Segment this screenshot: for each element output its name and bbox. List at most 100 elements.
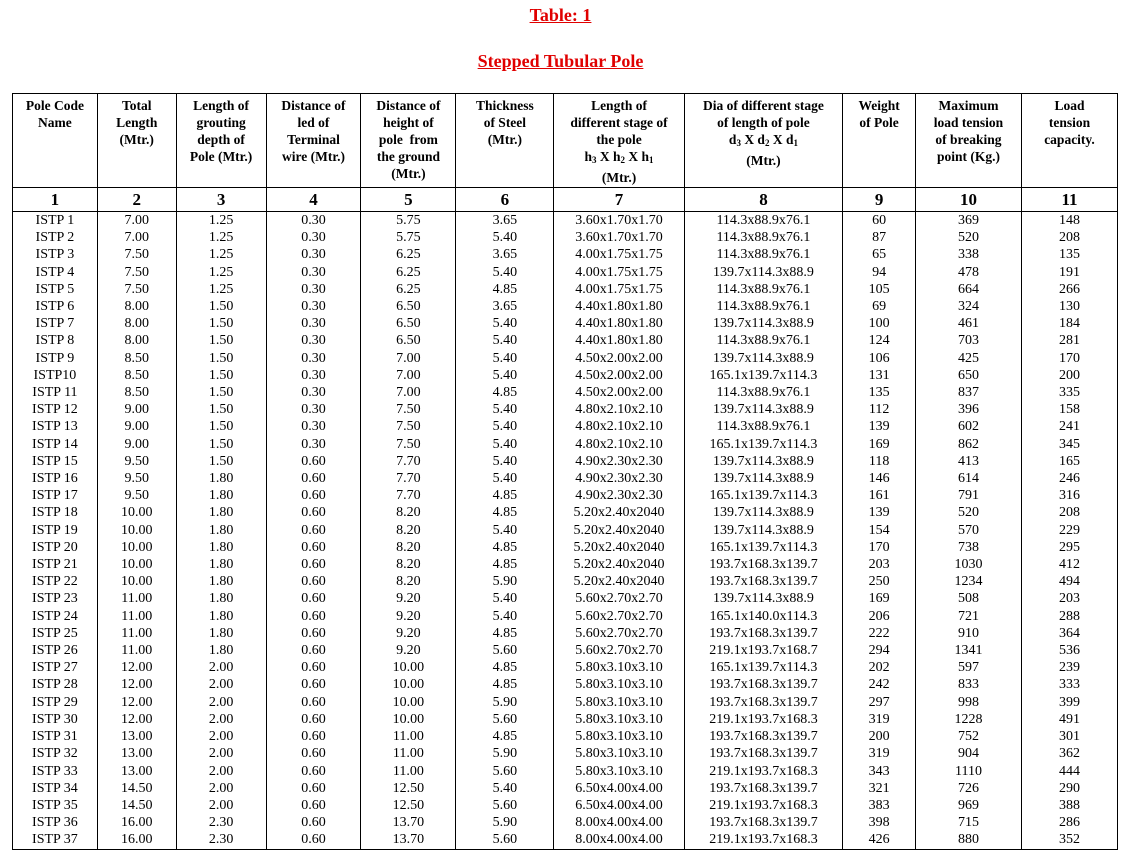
table-cell: 13.00	[96, 728, 177, 746]
table-cell: 5.40	[455, 435, 555, 453]
table-cell: 118	[842, 452, 916, 471]
table-cell: ISTP 22	[12, 573, 98, 591]
table-title: Table: 1	[529, 5, 592, 25]
table-cell: 1.80	[175, 573, 267, 591]
table-cell: ISTP 15	[12, 452, 98, 471]
table-cell: 4.90x2.30x2.30	[553, 487, 685, 505]
table-cell: 5.40	[455, 366, 555, 385]
table-cell: 602	[914, 418, 1023, 436]
table-cell: 135	[1021, 246, 1118, 264]
table-cell: 294	[842, 642, 916, 660]
table-cell: 1110	[914, 762, 1023, 780]
table-cell: 536	[1021, 642, 1118, 660]
table-cell: 9.20	[360, 607, 457, 625]
table-cell: 193.7x168.3x139.7	[683, 624, 844, 643]
table-cell: 5.40	[455, 263, 555, 281]
table-row: ISTP 9 8.50 1.50 0.30 7.00 5.40 4.50x2.00x2.00…	[12, 349, 1118, 367]
table-cell: 1.25	[175, 263, 267, 281]
table-cell: 5.40	[455, 315, 555, 333]
table-cell: 161	[842, 487, 916, 505]
table-cell: 14.50	[96, 779, 177, 797]
table-cell: ISTP 11	[12, 384, 98, 402]
table-row: ISTP 21 10.00 1.80 0.60 8.20 4.85 5.20x2.40x20…	[12, 556, 1118, 574]
table-row: ISTP 7 8.00 1.50 0.30 6.50 5.40 4.40x1.80x1.80…	[12, 315, 1118, 333]
table-cell: ISTP 7	[12, 315, 98, 333]
table-cell: 6.50x4.00x4.00	[553, 796, 685, 815]
table-cell: ISTP 24	[12, 607, 98, 625]
table-cell: 1.80	[175, 504, 267, 522]
table-row: ISTP 29 12.00 2.00 0.60 10.00 5.90 5.80x3.10x3…	[12, 693, 1118, 711]
table-cell: 9.20	[360, 590, 457, 608]
table-cell: 4.00x1.75x1.75	[553, 263, 685, 281]
table-cell: 7.50	[96, 280, 177, 299]
table-cell: 319	[842, 710, 916, 729]
table-cell: 6.25	[360, 280, 457, 299]
column-number: 5	[360, 187, 457, 212]
table-cell: 193.7x168.3x139.7	[683, 745, 844, 763]
table-cell: 338	[914, 246, 1023, 264]
table-row: ISTP 2 7.00 1.25 0.30 5.75 5.40 3.60x1.70x1.70…	[12, 229, 1118, 247]
table-cell: 0.30	[265, 435, 362, 453]
table-cell: 114.3x88.9x76.1	[683, 332, 844, 350]
table-cell: 362	[1021, 745, 1118, 763]
table-row: ISTP 15 9.50 1.50 0.60 7.70 5.40 4.90x2.30x2.3…	[12, 452, 1118, 471]
table-row: ISTP 13 9.00 1.50 0.30 7.50 5.40 4.80x2.10x2.1…	[12, 418, 1118, 436]
table-cell: 0.60	[265, 573, 362, 591]
table-cell: 6.50x4.00x4.00	[553, 779, 685, 797]
table-cell: 1.50	[175, 315, 267, 333]
table-cell: 5.75	[360, 211, 457, 230]
table-cell: 7.50	[360, 418, 457, 436]
table-cell: 6.50	[360, 298, 457, 316]
table-cell: 13.70	[360, 831, 457, 850]
table-cell: 352	[1021, 831, 1118, 850]
table-cell: ISTP 9	[12, 349, 98, 367]
table-row: ISTP 30 12.00 2.00 0.60 10.00 5.60 5.80x3.10x3…	[12, 710, 1118, 729]
table-cell: 1030	[914, 556, 1023, 574]
table-cell: 5.40	[455, 452, 555, 471]
table-cell: 9.20	[360, 624, 457, 643]
table-cell: 200	[1021, 366, 1118, 385]
table-row: ISTP 20 10.00 1.80 0.60 8.20 4.85 5.20x2.40x20…	[12, 538, 1118, 557]
table-cell: 4.40x1.80x1.80	[553, 298, 685, 316]
table-cell: 904	[914, 745, 1023, 763]
table-cell: 5.80x3.10x3.10	[553, 728, 685, 746]
table-cell: 8.50	[96, 384, 177, 402]
table-cell: 10.00	[360, 676, 457, 694]
table-cell: 239	[1021, 659, 1118, 677]
table-cell: 5.40	[455, 349, 555, 367]
table-cell: 10.00	[360, 710, 457, 729]
table-cell: ISTP 6	[12, 298, 98, 316]
table-cell: 0.60	[265, 745, 362, 763]
table-cell: 10.00	[360, 659, 457, 677]
table-row: ISTP 23 11.00 1.80 0.60 9.20 5.40 5.60x2.70x2.…	[12, 590, 1118, 608]
table-cell: 193.7x168.3x139.7	[683, 814, 844, 832]
table-cell: 9.00	[96, 401, 177, 419]
table-cell: 69	[842, 298, 916, 316]
pole-table: Pole Code Name Total Length (Mtr.) Length o…	[12, 93, 1118, 850]
table-cell: 1.80	[175, 607, 267, 625]
table-cell: 139.7x114.3x88.9	[683, 263, 844, 281]
table-cell: 0.60	[265, 796, 362, 815]
table-cell: 726	[914, 779, 1023, 797]
table-cell: ISTP 34	[12, 779, 98, 797]
table-cell: 444	[1021, 762, 1118, 780]
table-cell: 131	[842, 366, 916, 385]
table-cell: 335	[1021, 384, 1118, 402]
table-cell: 5.60x2.70x2.70	[553, 607, 685, 625]
table-cell: 10.00	[360, 693, 457, 711]
table-cell: ISTP10	[12, 366, 98, 385]
table-cell: 5.20x2.40x2040	[553, 556, 685, 574]
table-cell: 219.1x193.7x168.3	[683, 762, 844, 780]
table-cell: 7.70	[360, 487, 457, 505]
table-cell: 12.00	[96, 676, 177, 694]
table-cell: 60	[842, 211, 916, 230]
table-row: ISTP10 8.50 1.50 0.30 7.00 5.40 4.50x2.00x2.00…	[12, 366, 1118, 385]
column-number: 11	[1021, 187, 1118, 212]
table-cell: 2.00	[175, 676, 267, 694]
table-cell: 9.00	[96, 418, 177, 436]
table-cell: 1.25	[175, 211, 267, 230]
table-cell: 11.00	[96, 590, 177, 608]
table-cell: 114.3x88.9x76.1	[683, 384, 844, 402]
table-cell: ISTP 27	[12, 659, 98, 677]
table-cell: 5.60	[455, 796, 555, 815]
